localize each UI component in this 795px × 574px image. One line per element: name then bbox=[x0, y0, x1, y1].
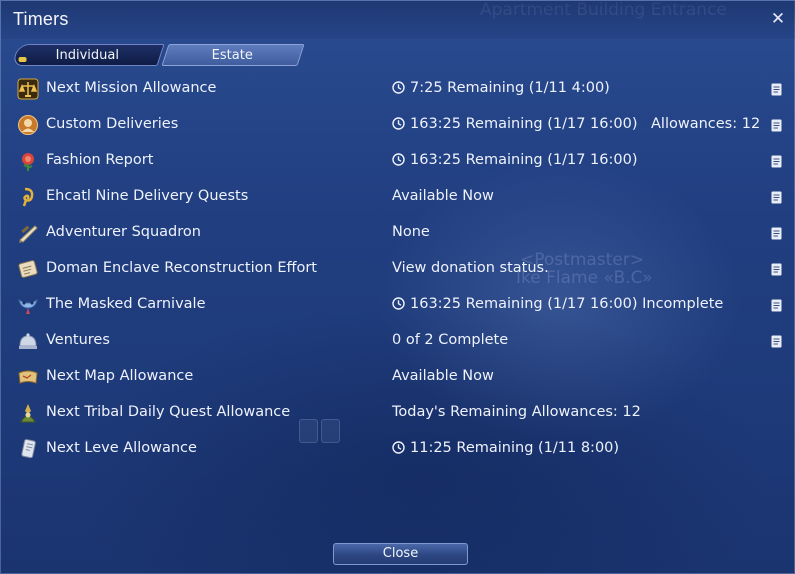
timer-status-text: View donation status. bbox=[392, 260, 549, 276]
leve-allowance-icon bbox=[21, 439, 36, 459]
selected-indicator-icon bbox=[18, 57, 27, 62]
masked-carnivale-icon bbox=[18, 298, 38, 314]
timer-status-text: Available Now bbox=[392, 368, 494, 384]
note-icon[interactable] bbox=[771, 263, 782, 276]
tab-estate[interactable]: Estate bbox=[161, 44, 305, 66]
adventurer-squadron-icon bbox=[19, 225, 38, 243]
timer-row-custom-deliveries[interactable]: Custom Deliveries 163:25 Remaining (1/17… bbox=[1, 107, 795, 143]
timer-extra: Allowances: 12 bbox=[651, 116, 761, 132]
timer-status-text: None bbox=[392, 224, 430, 240]
hud-slot-icon bbox=[321, 419, 340, 443]
close-button[interactable]: Close bbox=[333, 543, 468, 565]
note-icon[interactable] bbox=[771, 83, 782, 96]
tab-estate-label: Estate bbox=[212, 48, 254, 63]
map-allowance-icon bbox=[18, 370, 38, 384]
close-icon[interactable]: ✕ bbox=[768, 9, 788, 29]
hud-slot-icon bbox=[299, 419, 318, 443]
note-icon[interactable] bbox=[771, 119, 782, 132]
note-icon[interactable] bbox=[771, 335, 782, 348]
timer-status: Today's Remaining Allowances: 12 bbox=[392, 404, 641, 420]
timer-status-text: 7:25 Remaining (1/11 4:00) bbox=[410, 80, 610, 96]
tab-bar: Individual Estate bbox=[11, 44, 315, 66]
timer-name: Ventures bbox=[46, 332, 110, 348]
tribal-quest-icon bbox=[20, 404, 36, 423]
timer-name: Custom Deliveries bbox=[46, 116, 179, 132]
timer-status-text: 163:25 Remaining (1/17 16:00) bbox=[410, 152, 638, 168]
timer-name: Doman Enclave Reconstruction Effort bbox=[46, 260, 317, 276]
tab-individual[interactable]: Individual bbox=[11, 44, 165, 66]
timer-row-masked-carnivale[interactable]: The Masked Carnivale 163:25 Remaining (1… bbox=[1, 287, 795, 323]
timer-status: 163:25 Remaining (1/17 16:00) Incomplete bbox=[392, 296, 723, 312]
timer-status: 163:25 Remaining (1/17 16:00) bbox=[392, 152, 638, 168]
title-bar[interactable]: Timers ✕ bbox=[1, 1, 795, 39]
timer-status: 163:25 Remaining (1/17 16:00) bbox=[392, 116, 638, 132]
timer-row-fashion-report[interactable]: Fashion Report 163:25 Remaining (1/17 16… bbox=[1, 143, 795, 179]
delivery-quests-icon bbox=[22, 187, 34, 207]
note-icon[interactable] bbox=[771, 155, 782, 168]
timer-row-delivery-quests[interactable]: Ehcatl Nine Delivery Quests Available No… bbox=[1, 179, 795, 215]
timer-row-tribal-quest[interactable]: Next Tribal Daily Quest Allowance Today'… bbox=[1, 395, 795, 431]
timer-row-ventures[interactable]: Ventures 0 of 2 Complete bbox=[1, 323, 795, 359]
timer-name: Next Map Allowance bbox=[46, 368, 194, 384]
note-icon[interactable] bbox=[771, 299, 782, 312]
timer-status: 7:25 Remaining (1/11 4:00) bbox=[392, 80, 610, 96]
window-title: Timers bbox=[13, 9, 69, 29]
timer-name: Ehcatl Nine Delivery Quests bbox=[46, 188, 249, 204]
timer-name: Fashion Report bbox=[46, 152, 154, 168]
timer-name: Next Leve Allowance bbox=[46, 440, 197, 456]
custom-deliveries-icon bbox=[18, 115, 38, 135]
timer-row-map-allowance[interactable]: Next Map Allowance Available Now bbox=[1, 359, 795, 395]
mission-allowance-icon bbox=[17, 78, 39, 100]
timer-status: Available Now bbox=[392, 368, 494, 384]
timer-name: Next Mission Allowance bbox=[46, 80, 217, 96]
note-icon[interactable] bbox=[771, 227, 782, 240]
doman-enclave-icon bbox=[18, 260, 38, 278]
timer-status: 0 of 2 Complete bbox=[392, 332, 508, 348]
fashion-report-icon bbox=[22, 153, 34, 171]
clock-icon bbox=[392, 153, 405, 166]
timer-name: Adventurer Squadron bbox=[46, 224, 201, 240]
note-icon[interactable] bbox=[771, 191, 782, 204]
timers-window: Timers ✕ Individual Estate Next Mission … bbox=[0, 0, 795, 574]
clock-icon bbox=[392, 441, 405, 454]
timer-status-text: 0 of 2 Complete bbox=[392, 332, 509, 348]
ventures-icon bbox=[19, 333, 37, 349]
timer-status-text: Today's Remaining Allowances: 12 bbox=[392, 404, 641, 420]
clock-icon bbox=[392, 117, 405, 130]
timer-row-adventurer-squadron[interactable]: Adventurer Squadron None bbox=[1, 215, 795, 251]
timer-row-mission-allowance[interactable]: Next Mission Allowance 7:25 Remaining (1… bbox=[1, 71, 795, 107]
timer-row-doman-enclave[interactable]: Doman Enclave Reconstruction Effort View… bbox=[1, 251, 795, 287]
clock-icon bbox=[392, 81, 405, 94]
timer-status-text: 163:25 Remaining (1/17 16:00) Incomplete bbox=[410, 296, 724, 312]
clock-icon bbox=[392, 297, 405, 310]
timer-row-leve-allowance[interactable]: Next Leve Allowance 11:25 Remaining (1/1… bbox=[1, 431, 795, 467]
timer-name: The Masked Carnivale bbox=[46, 296, 206, 312]
timer-status: Available Now bbox=[392, 188, 494, 204]
timer-name: Next Tribal Daily Quest Allowance bbox=[46, 404, 291, 420]
tab-individual-label: Individual bbox=[56, 48, 120, 63]
timer-status-text: 163:25 Remaining (1/17 16:00) bbox=[410, 116, 638, 132]
timer-status-text: Available Now bbox=[392, 188, 494, 204]
timer-status: None bbox=[392, 224, 430, 240]
timer-status: View donation status. bbox=[392, 260, 549, 276]
timer-status-text: 11:25 Remaining (1/11 8:00) bbox=[410, 440, 620, 456]
timer-status: 11:25 Remaining (1/11 8:00) bbox=[392, 440, 619, 456]
